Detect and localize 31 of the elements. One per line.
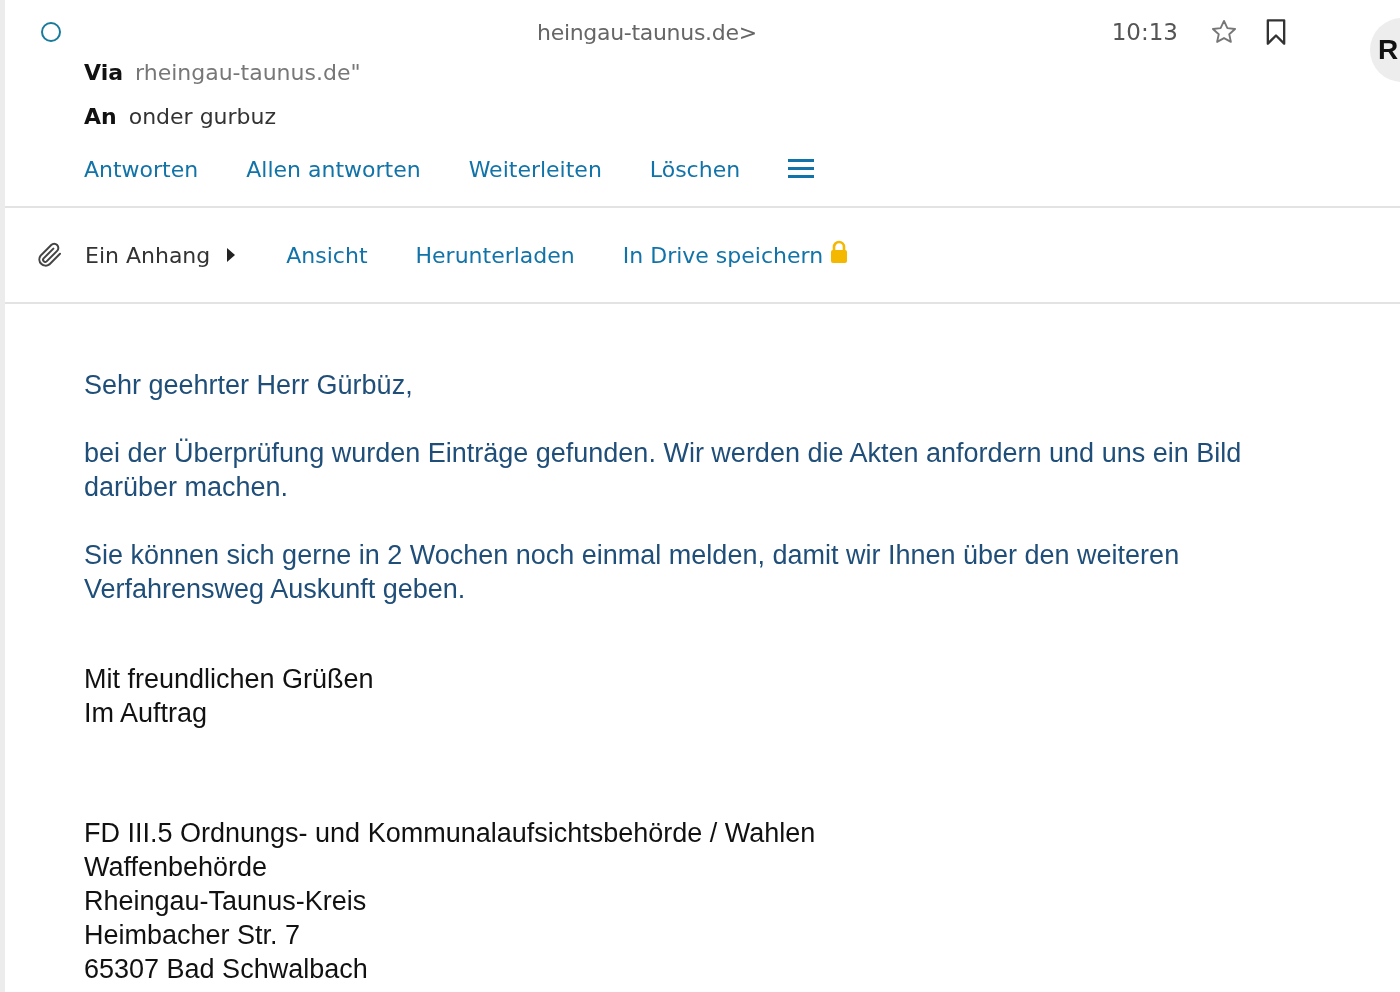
sender-address: heingau-taunus.de>	[537, 19, 757, 45]
signature-line: 65307 Bad Schwalbach	[84, 953, 369, 986]
bookmark-icon[interactable]	[1264, 18, 1288, 46]
attachment-action-link[interactable]: In Drive speichern	[622, 242, 824, 268]
closing-line: Mit freundlichen Grüßen	[84, 663, 375, 696]
star-icon[interactable]	[1210, 18, 1238, 46]
body-paragraph: Sie können sich gerne in 2 Wochen noch einmal melden, damit wir Ihnen über den weiteren Verfahrensweg Auskunft geben.	[84, 539, 1181, 606]
menu-icon[interactable]	[788, 158, 815, 180]
signature-line: Heimbacher Str. 7	[84, 919, 302, 952]
body-paragraph: bei der Überprüfung wurden Einträge gefunden. Wir werden die Akten anfordern und uns ein Bild darüber machen.	[84, 437, 1243, 504]
attachment-action-link[interactable]: Ansicht	[286, 242, 368, 268]
signature-line: Rheingau-Taunus-Kreis	[84, 885, 368, 918]
via-address: rheingau-taunus.de"	[135, 59, 361, 85]
signature-line: FD III.5 Ordnungs- und Kommunalaufsichtsbehörde / Wahlen	[84, 817, 817, 850]
action-link[interactable]: Weiterleiten	[468, 156, 602, 182]
attachment-action-link[interactable]: Herunterladen	[415, 242, 575, 268]
closing-line: Im Auftrag	[84, 697, 209, 730]
recipient: onder gurbuz	[128, 103, 277, 129]
attachment-label: Ein Anhang	[85, 242, 211, 268]
action-link[interactable]: Allen antworten	[246, 156, 421, 182]
avatar[interactable]: R	[1370, 18, 1400, 82]
body-paragraph: Sehr geehrter Herr Gürbüz,	[84, 369, 414, 402]
expand-caret-icon[interactable]	[226, 247, 237, 263]
lock-icon	[829, 240, 850, 264]
via-label: Via	[84, 59, 124, 85]
time: 10:13	[1111, 19, 1178, 45]
signature-line: Waffenbehörde	[84, 851, 269, 884]
to-label: An	[84, 103, 117, 129]
action-link[interactable]: Antworten	[84, 156, 199, 182]
unread-circle-icon[interactable]	[40, 21, 62, 43]
action-link[interactable]: Löschen	[649, 156, 741, 182]
